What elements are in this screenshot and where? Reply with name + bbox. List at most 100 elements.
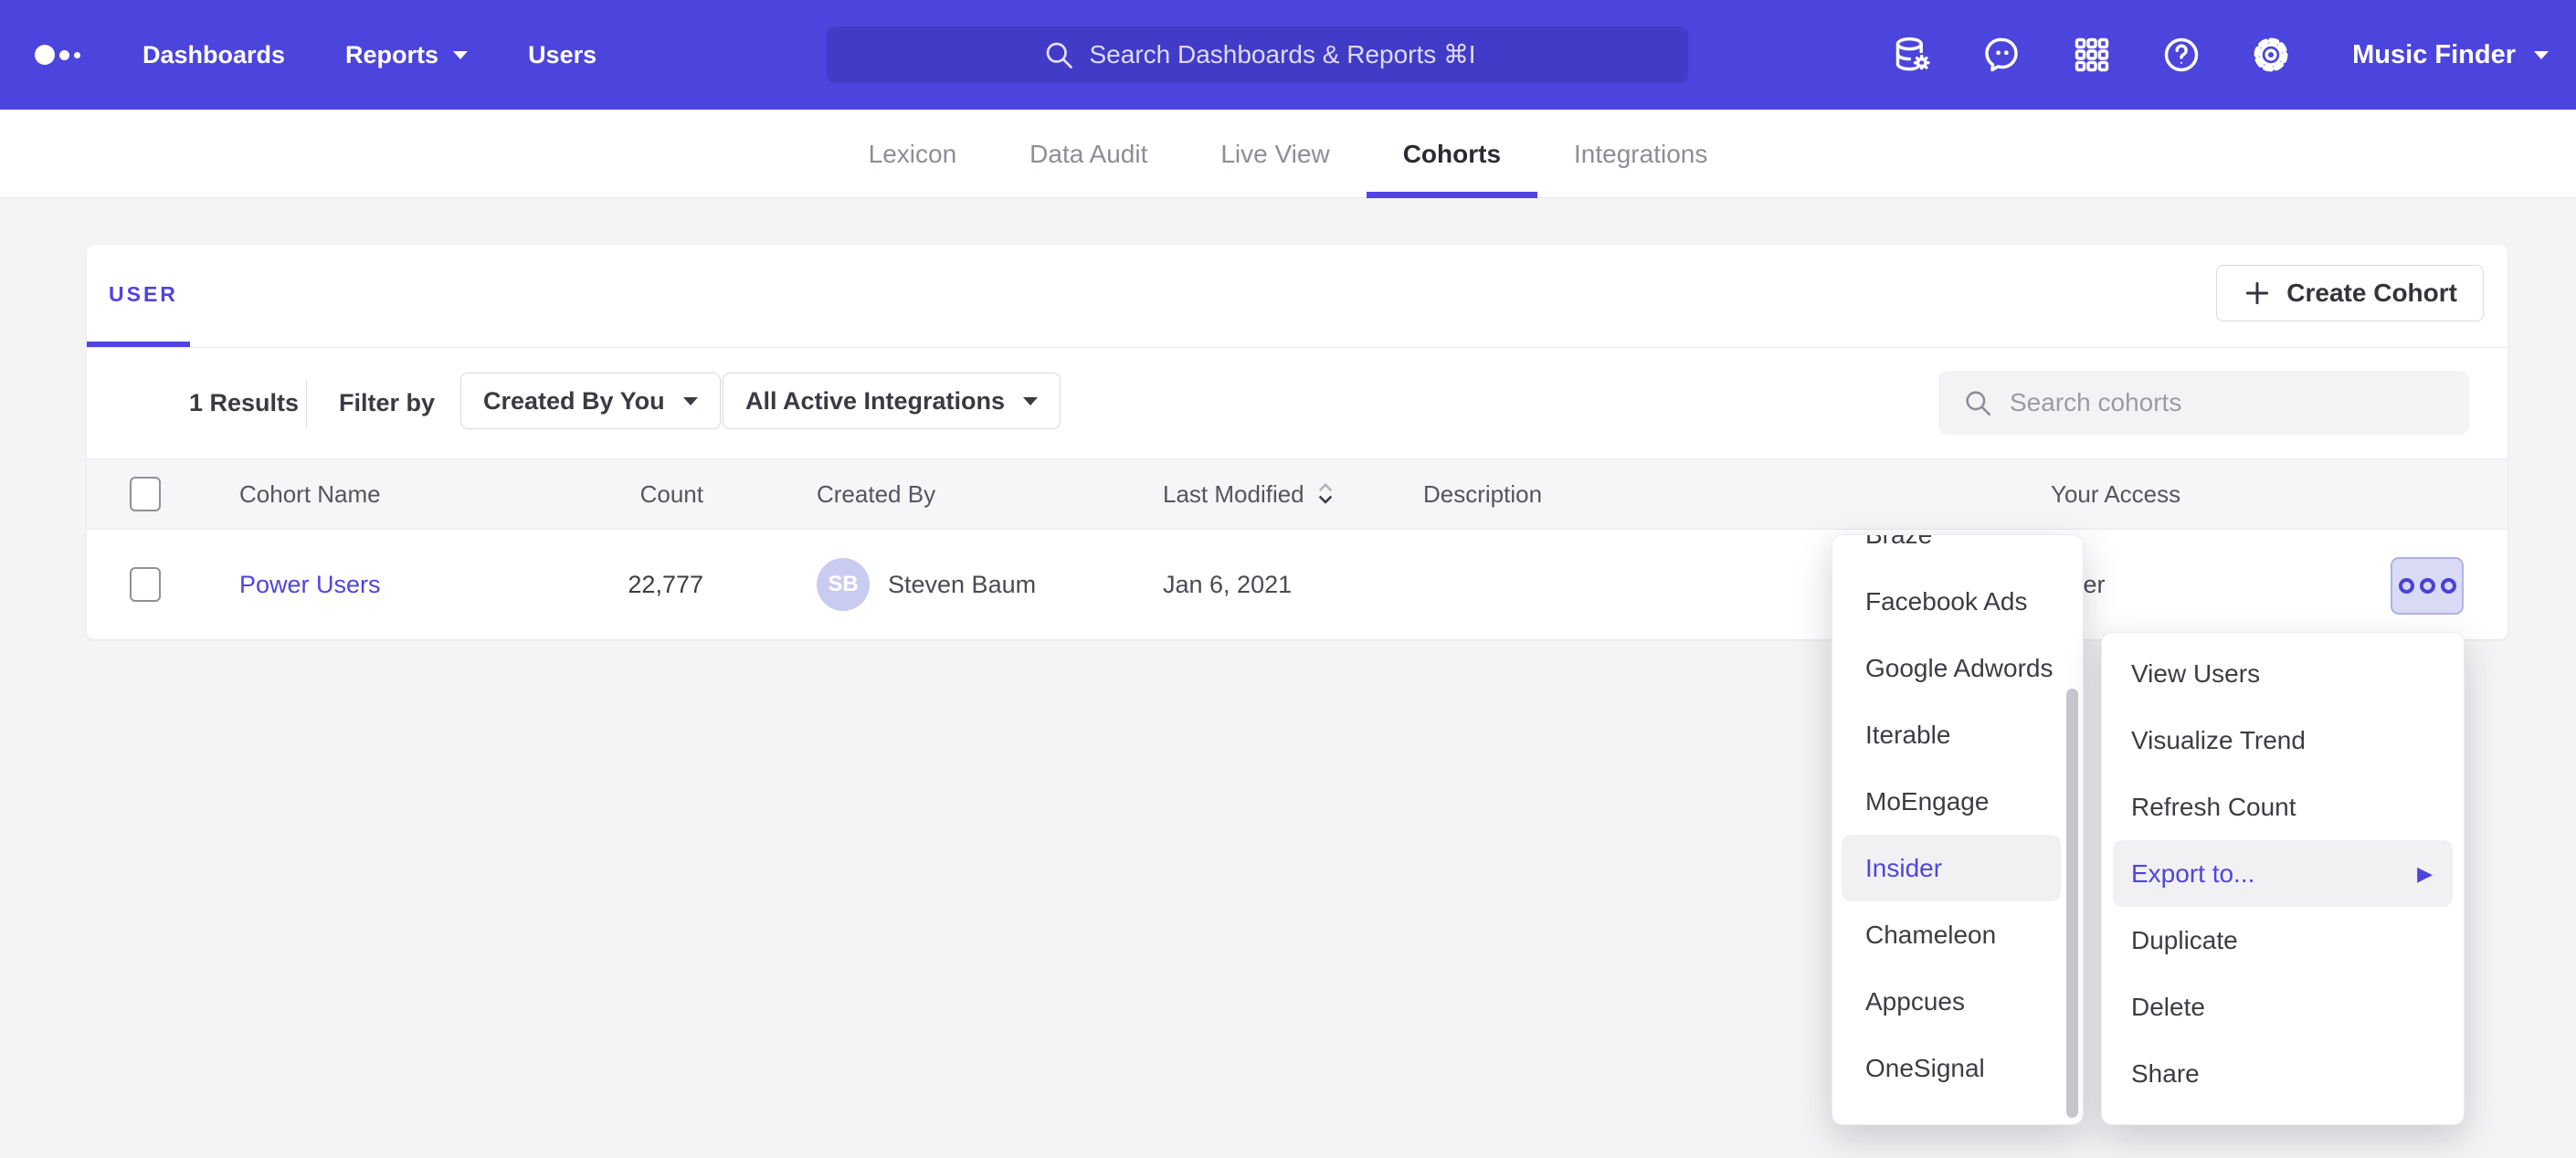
tab-user-cohorts[interactable]: USER <box>109 282 178 307</box>
export-submenu-list: Braze Facebook Ads Google Adwords Iterab… <box>1832 534 2070 1101</box>
export-destination-label: Facebook Ads <box>1865 587 2027 616</box>
global-search-input[interactable] <box>1090 40 1473 69</box>
nav-item-label: Reports <box>345 41 438 69</box>
section-tab[interactable]: Data Audit <box>993 110 1184 198</box>
nav-item[interactable]: Reports <box>345 41 468 69</box>
export-destination-item[interactable]: Appcues <box>1832 968 2070 1035</box>
section-tab-label: Data Audit <box>1029 140 1147 168</box>
last-modified-date: Jan 6, 2021 <box>1163 571 1292 599</box>
project-name: Music Finder <box>2352 40 2516 70</box>
results-count: 1 Results <box>189 348 299 458</box>
context-menu-item-label: Export to... <box>2131 859 2254 888</box>
filter-row: 1 Results Filter by Created By You All A… <box>87 348 2507 458</box>
section-tab-label: Integrations <box>1574 140 1707 168</box>
global-search[interactable] <box>827 26 1688 83</box>
section-tab[interactable]: Cohorts <box>1367 110 1537 198</box>
export-destination-item[interactable]: Facebook Ads <box>1832 568 2070 635</box>
integrations-filter-dropdown[interactable]: All Active Integrations <box>723 373 1061 429</box>
section-tabbar: Lexicon Data Audit Live View Cohorts Int… <box>0 110 2576 198</box>
export-destination-item[interactable]: Iterable <box>1832 701 2070 768</box>
logo-dot-large <box>35 45 55 65</box>
table-header: Cohort Name Count Created By Last Modifi… <box>87 458 2507 530</box>
export-destination-item[interactable]: Insider <box>1842 835 2061 901</box>
cohort-name-link[interactable]: Power Users <box>239 571 381 599</box>
submenu-scrollbar[interactable] <box>2066 689 2078 1118</box>
row-checkbox[interactable] <box>130 567 161 602</box>
section-tab[interactable]: Integrations <box>1537 110 1744 198</box>
export-destination-item[interactable]: Braze <box>1832 534 2070 568</box>
column-created-by: Created By <box>817 459 1118 529</box>
avatar: SB <box>817 558 870 611</box>
context-menu-item-label: Duplicate <box>2131 926 2238 954</box>
export-destination-label: Insider <box>1865 854 1942 882</box>
column-count: Count <box>534 459 703 529</box>
export-destination-item[interactable]: MoEngage <box>1832 768 2070 835</box>
context-menu-item[interactable]: Delete <box>2102 974 2464 1040</box>
divider <box>306 380 307 427</box>
logo-dot-medium <box>59 50 69 60</box>
context-menu-item-label: Share <box>2131 1059 2200 1088</box>
dot-icon <box>2441 578 2456 594</box>
context-menu-item[interactable]: Refresh Count <box>2102 774 2464 840</box>
created-by-name: Steven Baum <box>888 571 1036 599</box>
filter-by-label: Filter by <box>339 348 435 458</box>
section-tab[interactable]: Live View <box>1184 110 1366 198</box>
table-row: Power Users 22,777 SB Steven Baum Jan 6,… <box>87 530 2507 639</box>
chevron-down-icon <box>1023 397 1038 405</box>
logo-dot-small <box>74 52 80 58</box>
context-menu-item-label: Visualize Trend <box>2131 726 2306 754</box>
submenu-arrow-icon: ▶ <box>2417 840 2433 907</box>
help-icon[interactable] <box>2160 34 2202 76</box>
search-icon <box>1042 38 1075 71</box>
nav-item[interactable]: Dashboards <box>143 41 285 69</box>
export-destination-item[interactable]: OneSignal <box>1832 1035 2070 1101</box>
section-tab-label: Cohorts <box>1403 140 1501 168</box>
created-by-filter-label: Created By You <box>483 387 665 416</box>
chevron-down-icon <box>453 51 468 59</box>
context-menu-item-label: Delete <box>2131 993 2205 1021</box>
context-menu-item[interactable]: Export to... ▶ <box>2113 840 2453 907</box>
section-tab[interactable]: Lexicon <box>832 110 994 198</box>
context-menu-item[interactable]: Duplicate <box>2102 907 2464 974</box>
context-menu-item[interactable]: View Users <box>2102 640 2464 707</box>
project-switcher[interactable]: Music Finder <box>2352 40 2549 70</box>
feedback-icon[interactable] <box>1981 34 2023 76</box>
export-destination-item[interactable]: Google Adwords <box>1832 635 2070 701</box>
nav-item-label: Dashboards <box>143 41 285 69</box>
cohorts-card: USER Create Cohort 1 Results Filter by C… <box>87 245 2507 639</box>
export-destination-label: Chameleon <box>1865 921 1996 949</box>
section-tab-label: Live View <box>1220 140 1329 168</box>
context-menu-item[interactable]: Visualize Trend <box>2102 707 2464 774</box>
column-your-access: Your Access <box>2051 459 2288 529</box>
export-destination-label: Google Adwords <box>1865 654 2053 682</box>
mixpanel-logo[interactable] <box>35 0 80 110</box>
context-menu-item[interactable]: Share <box>2102 1040 2464 1107</box>
create-cohort-button[interactable]: Create Cohort <box>2216 265 2484 321</box>
section-tab-label: Lexicon <box>869 140 957 168</box>
created-by-filter-dropdown[interactable]: Created By You <box>460 373 721 429</box>
export-destination-item[interactable]: Chameleon <box>1832 901 2070 968</box>
column-last-modified: Last Modified <box>1163 480 1304 509</box>
context-menu-item-label: Refresh Count <box>2131 793 2296 821</box>
nav-item[interactable]: Users <box>528 41 596 69</box>
column-description: Description <box>1423 459 1789 529</box>
cohorts-page: Dashboards Reports Users <box>0 0 2576 1158</box>
nav-right-cluster: Music Finder <box>1892 0 2549 110</box>
row-actions-button[interactable] <box>2391 557 2464 615</box>
data-management-icon[interactable] <box>1892 34 1934 76</box>
nav-menu: Dashboards Reports Users <box>143 0 596 110</box>
apps-grid-icon[interactable] <box>2071 34 2113 76</box>
settings-gear-icon[interactable] <box>2250 34 2292 76</box>
export-destination-label: Iterable <box>1865 721 1950 749</box>
cohort-search[interactable] <box>1938 371 2469 435</box>
sort-arrows-icon <box>1315 481 1336 507</box>
search-icon <box>1962 387 1993 418</box>
top-nav: Dashboards Reports Users <box>0 0 2576 110</box>
dot-icon <box>2420 578 2435 594</box>
select-all-checkbox[interactable] <box>130 477 161 511</box>
cohort-search-input[interactable] <box>2010 388 2412 417</box>
create-cohort-label: Create Cohort <box>2286 279 2457 308</box>
sort-toggle[interactable] <box>1315 481 1336 507</box>
context-menu-list: View Users Visualize Trend Refresh Count… <box>2102 640 2464 1107</box>
row-context-menu: View Users Visualize Trend Refresh Count… <box>2101 632 2465 1125</box>
